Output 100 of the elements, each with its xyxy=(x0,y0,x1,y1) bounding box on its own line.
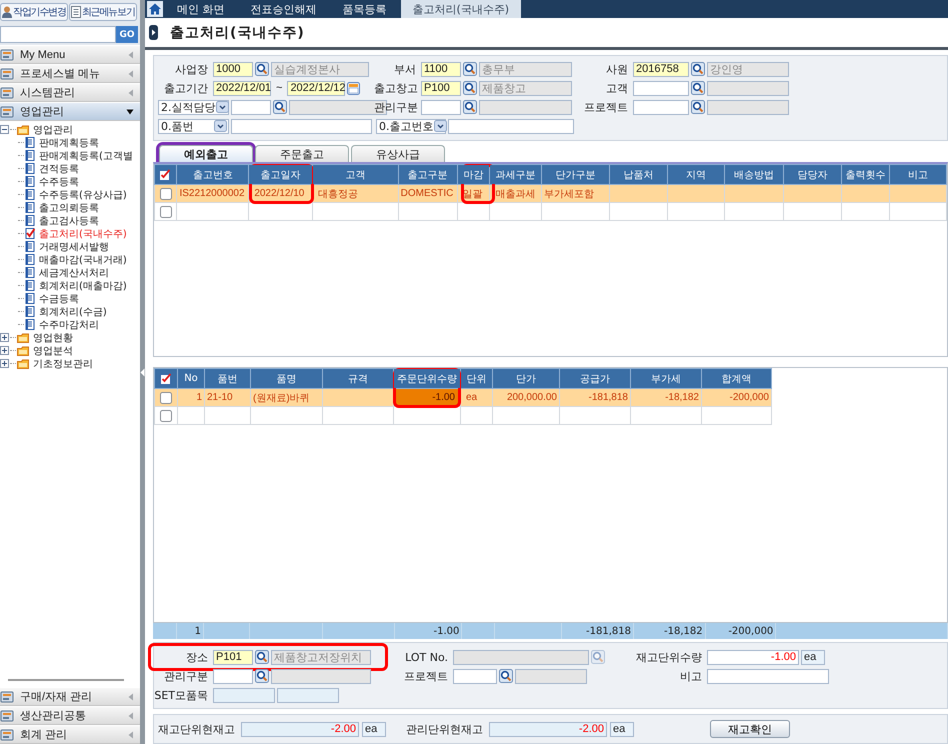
tree-item[interactable]: 세금계산서처리 xyxy=(36,266,109,280)
input-field[interactable] xyxy=(213,668,253,684)
checkbox[interactable] xyxy=(160,188,172,200)
column-header[interactable]: 공급가 xyxy=(560,368,630,388)
column-header[interactable]: 부가세 xyxy=(630,368,702,388)
column-header[interactable]: 합계액 xyxy=(702,368,772,388)
column-header[interactable]: 품명 xyxy=(250,368,322,388)
tree-item[interactable]: 출고처리(국내수주) xyxy=(36,226,127,240)
column-header[interactable]: 규격 xyxy=(322,368,394,388)
search-icon[interactable] xyxy=(691,62,705,76)
input-field[interactable]: -1.00 xyxy=(707,650,799,664)
expand-icon[interactable] xyxy=(0,346,9,355)
search-icon[interactable] xyxy=(691,81,705,95)
date-field[interactable]: 2022/12/01 xyxy=(213,80,271,96)
tab[interactable]: 품목등록 xyxy=(330,0,398,18)
tab[interactable]: 유상사급 xyxy=(351,145,445,162)
column-header[interactable]: No xyxy=(178,368,204,388)
input-field[interactable] xyxy=(231,100,271,114)
column-header[interactable]: 출고일자 xyxy=(248,164,313,184)
tree-item[interactable]: 출고의뢰등록 xyxy=(36,200,99,214)
column-header[interactable]: 출력횟수 xyxy=(841,164,890,184)
input-field[interactable]: P100 xyxy=(421,80,461,96)
date-field[interactable]: 2022/12/12 xyxy=(287,80,346,96)
dropdown[interactable]: 0.출고번호 xyxy=(376,118,446,134)
column-header[interactable]: 출고번호 xyxy=(176,164,249,184)
tree-item[interactable]: 영업분석 xyxy=(30,344,73,358)
collapse-icon[interactable] xyxy=(0,125,9,134)
tree-item[interactable]: 기초정보관리 xyxy=(30,356,93,370)
checkbox[interactable] xyxy=(160,410,172,422)
column-header[interactable]: 주문단위수량 xyxy=(394,368,460,388)
tab[interactable]: 주문출고 xyxy=(255,145,349,162)
tab[interactable]: 출고처리(국내수주) xyxy=(400,0,522,18)
menu-header[interactable]: My Menu xyxy=(0,46,140,64)
tree-item[interactable]: 회계처리(매출마감) xyxy=(36,278,127,292)
search-icon[interactable] xyxy=(463,62,477,76)
tree-item[interactable]: 회계처리(수금) xyxy=(36,304,107,318)
input-field[interactable] xyxy=(231,118,372,134)
tree-item[interactable]: 영업현황 xyxy=(30,330,73,344)
input-field[interactable] xyxy=(448,118,574,134)
search-icon[interactable] xyxy=(273,100,287,114)
column-header[interactable]: 단가구분 xyxy=(541,164,610,184)
input-field[interactable]: 1000 xyxy=(213,62,253,76)
checkbox[interactable] xyxy=(160,206,172,218)
search-icon[interactable] xyxy=(499,669,513,683)
column-header[interactable]: 단가 xyxy=(492,368,560,388)
input-field[interactable]: P101 xyxy=(213,650,253,664)
menu-header[interactable]: 생산관리공통 xyxy=(0,707,140,725)
checkbox[interactable] xyxy=(160,392,172,404)
menu-header[interactable]: 영업관리 xyxy=(0,103,140,121)
tree-item[interactable]: 수주등록 xyxy=(36,174,79,188)
column-header[interactable]: 과세구분 xyxy=(490,164,542,184)
input-field[interactable] xyxy=(633,100,689,114)
column-header[interactable]: 비고 xyxy=(890,164,946,184)
menu-header[interactable]: 회계 관리 xyxy=(0,726,140,744)
column-header[interactable]: 지역 xyxy=(668,164,724,184)
tree-item[interactable]: 매출마감(국내거래) xyxy=(36,252,127,266)
tree-item[interactable]: 영업관리 xyxy=(30,122,73,136)
column-header[interactable]: 마감 xyxy=(457,164,490,184)
column-header[interactable]: 단위 xyxy=(460,368,492,388)
select-all-icon[interactable] xyxy=(159,168,172,180)
toolbar-button[interactable]: 작업기수변경 xyxy=(0,3,68,21)
tree-item[interactable]: 출고검사등록 xyxy=(36,214,99,228)
select-all-icon[interactable] xyxy=(160,372,172,384)
menu-header[interactable]: 구매/자재 관리 xyxy=(0,688,140,706)
expand-icon[interactable] xyxy=(0,359,9,368)
toolbar-button[interactable]: 최근메뉴보기 xyxy=(68,3,137,21)
tree-item[interactable]: 거래명세서발행 xyxy=(36,240,109,254)
expand-icon[interactable] xyxy=(0,333,9,342)
input-field[interactable]: 1100 xyxy=(421,62,461,76)
menu-header[interactable]: 프로세스별 메뉴 xyxy=(0,65,140,83)
tab[interactable]: 예외출고 xyxy=(159,145,253,162)
input-field[interactable]: 2016758 xyxy=(633,62,689,76)
tree-item[interactable]: 판매계획등록 xyxy=(36,136,99,150)
tree-item[interactable]: 수금등록 xyxy=(36,292,79,306)
input-field[interactable] xyxy=(707,668,829,684)
search-icon[interactable] xyxy=(463,100,477,114)
dropdown[interactable]: 2.실적담당 xyxy=(158,100,229,114)
calendar-icon[interactable] xyxy=(347,82,360,94)
dropdown[interactable]: 0.품번 xyxy=(158,118,229,134)
search-icon[interactable] xyxy=(463,81,477,95)
input-field[interactable] xyxy=(633,80,689,96)
input-field[interactable] xyxy=(453,668,497,684)
column-header[interactable]: 품번 xyxy=(204,368,250,388)
search-field[interactable] xyxy=(0,26,116,43)
column-header[interactable]: 담당자 xyxy=(784,164,842,184)
tree-item[interactable]: 판매계획등록(고객별 xyxy=(36,148,133,162)
search-icon[interactable] xyxy=(255,62,269,76)
column-header[interactable]: 납품처 xyxy=(609,164,668,184)
stock-check-button[interactable]: 재고확인 xyxy=(710,720,790,738)
home-icon[interactable] xyxy=(147,1,163,17)
collapse-arrow-icon[interactable] xyxy=(140,368,145,376)
tab[interactable]: 메인 화면 xyxy=(165,0,236,18)
column-header[interactable]: 출고구분 xyxy=(398,164,457,184)
search-icon[interactable] xyxy=(255,669,269,683)
tree-item[interactable]: 수주등록(유상사급) xyxy=(36,188,127,202)
tab[interactable]: 전표승인해제 xyxy=(238,0,328,18)
input-field[interactable] xyxy=(421,100,461,114)
column-header[interactable]: 고객 xyxy=(312,164,398,184)
tree-item[interactable]: 수주마감처리 xyxy=(36,318,99,332)
go-button[interactable]: GO xyxy=(116,26,138,43)
